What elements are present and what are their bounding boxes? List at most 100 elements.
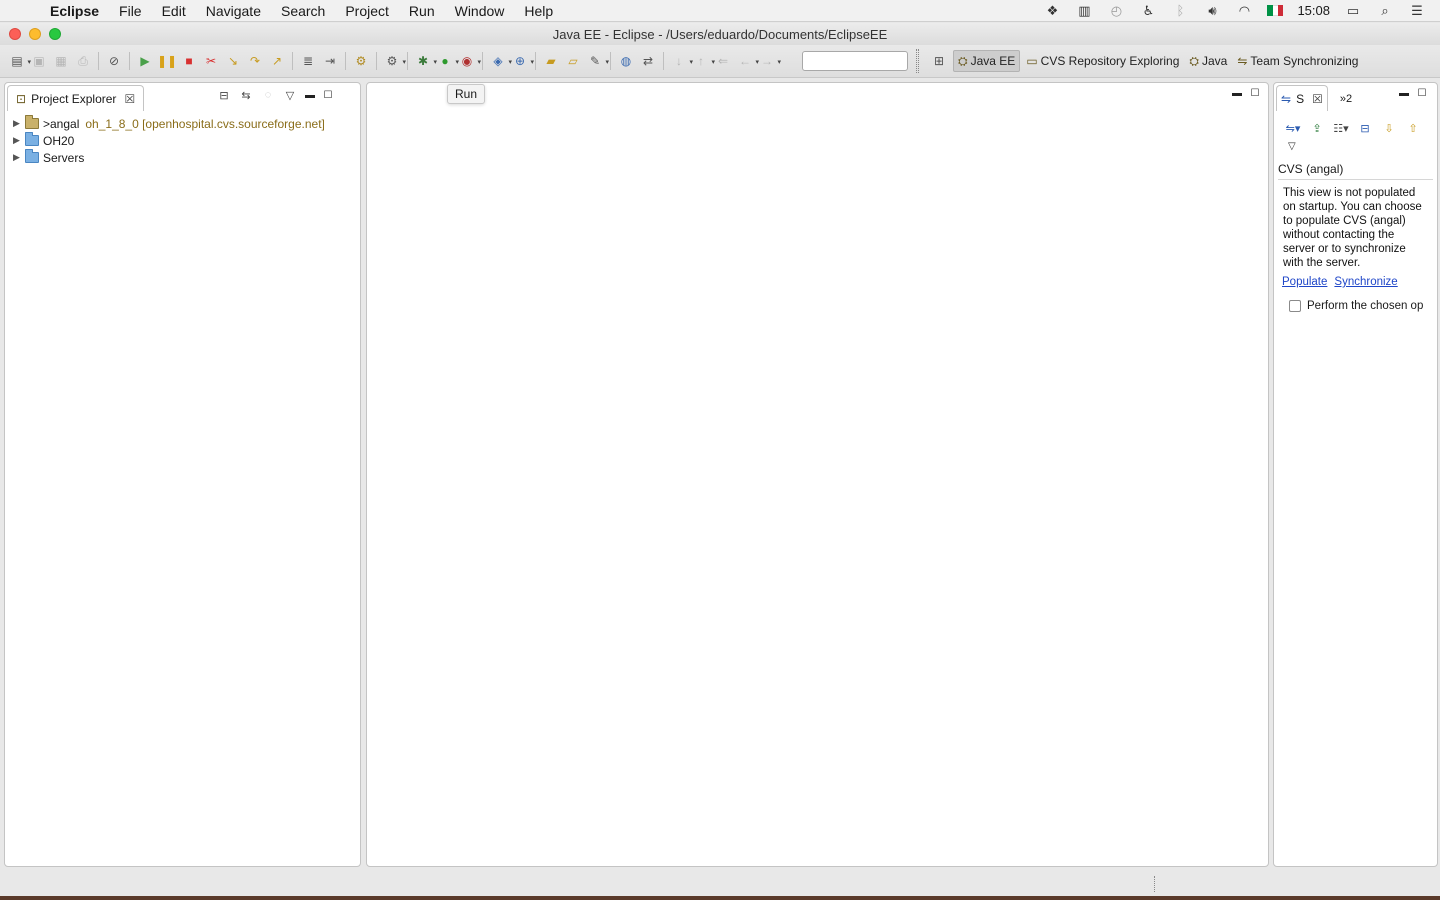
menu-project[interactable]: Project bbox=[335, 0, 399, 22]
open-perspective-icon[interactable]: ⊞ bbox=[927, 50, 951, 72]
use-step-filters-icon[interactable]: ⇥ bbox=[319, 50, 341, 72]
project-explorer-tabstrip: ⊡ Project Explorer ☒ ⊟ ⇆ ◌ ▽ ▬ ☐ bbox=[5, 83, 360, 111]
expand-arrow-icon[interactable]: ▶ bbox=[13, 152, 23, 163]
perspective-cvs-repository-exploring[interactable]: ▭ CVS Repository Exploring bbox=[1022, 50, 1183, 72]
volume-icon[interactable]: 🔊︎ bbox=[1203, 3, 1221, 18]
skip-breakpoints-icon[interactable]: ⊘ bbox=[103, 50, 125, 72]
terminate-icon[interactable]: ■ bbox=[178, 50, 200, 72]
disconnect-icon[interactable]: ✂ bbox=[200, 50, 222, 72]
debug-icon[interactable]: ✱ bbox=[412, 50, 437, 72]
populate-link[interactable]: Populate bbox=[1282, 276, 1327, 288]
open-web-browser-icon[interactable]: ◍ bbox=[615, 50, 637, 72]
tab-project-explorer[interactable]: ⊡ Project Explorer ☒ bbox=[7, 85, 145, 111]
run-coverage-icon[interactable]: ◉ bbox=[456, 50, 481, 72]
previous-difference-icon[interactable]: ⇧ bbox=[1404, 119, 1422, 137]
save-all-icon[interactable]: ▦ bbox=[50, 50, 72, 72]
menu-search[interactable]: Search bbox=[271, 0, 335, 22]
menu-edit[interactable]: Edit bbox=[152, 0, 196, 22]
drop-to-frame-icon[interactable]: ≣ bbox=[297, 50, 319, 72]
wifi-icon[interactable]: ◠ bbox=[1235, 3, 1253, 18]
new-wizard-icon[interactable]: ▤ bbox=[6, 50, 31, 72]
step-return-icon[interactable]: ↗ bbox=[266, 50, 288, 72]
menu-help[interactable]: Help bbox=[514, 0, 563, 22]
perspective-team-synchronizing[interactable]: ⇋ Team Synchronizing bbox=[1233, 50, 1362, 72]
toolbar-separator bbox=[98, 52, 99, 70]
layout-dropdown-icon[interactable]: ☷▾ bbox=[1332, 119, 1350, 137]
toolbar-grip[interactable] bbox=[916, 49, 919, 73]
server-icon[interactable]: ⚙ bbox=[350, 50, 372, 72]
link-with-editor-icon[interactable]: ⇆ bbox=[237, 86, 255, 104]
synchronize-link[interactable]: Synchronize bbox=[1334, 276, 1397, 288]
tab-overflow-button[interactable]: »2 bbox=[1340, 93, 1352, 105]
save-icon[interactable]: ▣ bbox=[28, 50, 50, 72]
menu-window[interactable]: Window bbox=[445, 0, 515, 22]
search-icon[interactable]: ✎ bbox=[584, 50, 609, 72]
perspective-java[interactable]: ⛭ Java bbox=[1185, 50, 1231, 72]
next-annotation-icon[interactable]: ↓ bbox=[668, 50, 693, 72]
view-menu-icon[interactable]: ▽ bbox=[1274, 137, 1437, 152]
dropbox-icon[interactable]: ❖ bbox=[1043, 3, 1061, 18]
new-class-icon[interactable]: ⊕ bbox=[509, 50, 534, 72]
next-difference-icon[interactable]: ⇩ bbox=[1380, 119, 1398, 137]
back-icon[interactable]: ← bbox=[734, 50, 759, 72]
view-menu-icon[interactable]: ▽ bbox=[281, 86, 299, 104]
battery-icon[interactable]: ▭ bbox=[1344, 3, 1362, 18]
toolbar-separator bbox=[345, 52, 346, 70]
print-icon[interactable]: ⎙ bbox=[72, 50, 94, 72]
bluetooth-icon[interactable]: ᛒ bbox=[1171, 3, 1189, 18]
forward-icon[interactable]: → bbox=[756, 50, 781, 72]
notification-center-icon[interactable]: ☰ bbox=[1408, 3, 1426, 18]
minimize-icon[interactable]: ▬ bbox=[1397, 86, 1411, 100]
minimize-icon[interactable]: ▬ bbox=[1230, 86, 1244, 100]
previous-annotation-icon[interactable]: ↑ bbox=[690, 50, 715, 72]
suspend-icon[interactable]: ❚❚ bbox=[156, 50, 178, 72]
minimize-window-button[interactable] bbox=[29, 28, 41, 40]
zoom-window-button[interactable] bbox=[49, 28, 61, 40]
pin-icon[interactable]: ⇪ bbox=[1308, 119, 1326, 137]
focus-on-task-icon[interactable]: ◌ bbox=[259, 86, 277, 104]
expand-arrow-icon[interactable]: ▶ bbox=[13, 118, 23, 129]
accessibility-icon[interactable]: ♿ bbox=[1139, 3, 1157, 18]
close-icon[interactable]: ☒ bbox=[124, 92, 135, 106]
tree-item-servers[interactable]: ▶ Servers bbox=[13, 149, 352, 166]
menu-run[interactable]: Run bbox=[399, 0, 445, 22]
new-java-project-icon[interactable]: ◈ bbox=[487, 50, 512, 72]
clock[interactable]: 15:08 bbox=[1297, 3, 1330, 18]
close-window-button[interactable] bbox=[9, 28, 21, 40]
menu-app-eclipse[interactable]: Eclipse bbox=[40, 0, 109, 22]
resume-icon[interactable]: ▶ bbox=[134, 50, 156, 72]
maximize-icon[interactable]: ☐ bbox=[1415, 86, 1429, 100]
open-type-icon[interactable]: ▰ bbox=[540, 50, 562, 72]
minimize-icon[interactable]: ▬ bbox=[303, 88, 317, 102]
expand-arrow-icon[interactable]: ▶ bbox=[13, 135, 23, 146]
close-icon[interactable]: ☒ bbox=[1312, 92, 1323, 106]
perspective-java-ee[interactable]: ⛭ Java EE bbox=[953, 50, 1021, 72]
step-into-icon[interactable]: ↘ bbox=[222, 50, 244, 72]
maximize-icon[interactable]: ☐ bbox=[1248, 86, 1262, 100]
battery-monitor-icon[interactable]: ▥ bbox=[1075, 3, 1093, 18]
perform-chosen-operation-checkbox-row[interactable]: Perform the chosen op bbox=[1274, 288, 1437, 312]
menu-navigate[interactable]: Navigate bbox=[196, 0, 271, 22]
last-edit-location-icon[interactable]: ⇐ bbox=[712, 50, 734, 72]
synchronize-icon[interactable]: ⇄ bbox=[637, 50, 659, 72]
open-task-icon[interactable]: ▱ bbox=[562, 50, 584, 72]
spotlight-icon[interactable]: ⌕ bbox=[1376, 3, 1394, 18]
time-machine-icon[interactable]: ◴ bbox=[1107, 3, 1125, 18]
external-tools-icon[interactable]: ⚙ bbox=[381, 50, 406, 72]
status-bar-grip[interactable] bbox=[1154, 876, 1155, 892]
step-over-icon[interactable]: ↷ bbox=[244, 50, 266, 72]
menu-file[interactable]: File bbox=[109, 0, 152, 22]
editor-area[interactable]: ▬ ☐ bbox=[366, 82, 1269, 867]
tree-item-angal[interactable]: ▶ >angal oh_1_8_0 [openhospital.cvs.sour… bbox=[13, 115, 352, 132]
tree-item-oh20[interactable]: ▶ OH20 bbox=[13, 132, 352, 149]
tab-synchronize[interactable]: ⇋ S ☒ bbox=[1276, 85, 1328, 111]
perform-chosen-operation-checkbox[interactable] bbox=[1289, 300, 1301, 312]
run-icon[interactable]: ● bbox=[434, 50, 459, 72]
maximize-icon[interactable]: ☐ bbox=[321, 88, 335, 102]
italy-flag-icon[interactable] bbox=[1267, 5, 1284, 16]
synchronize-dropdown-icon[interactable]: ⇋▾ bbox=[1284, 119, 1302, 137]
quick-access-input[interactable] bbox=[802, 51, 908, 71]
collapse-all-icon[interactable]: ⊟ bbox=[215, 86, 233, 104]
collapse-all-icon[interactable]: ⊟ bbox=[1356, 119, 1374, 137]
project-folder-icon bbox=[25, 132, 39, 146]
